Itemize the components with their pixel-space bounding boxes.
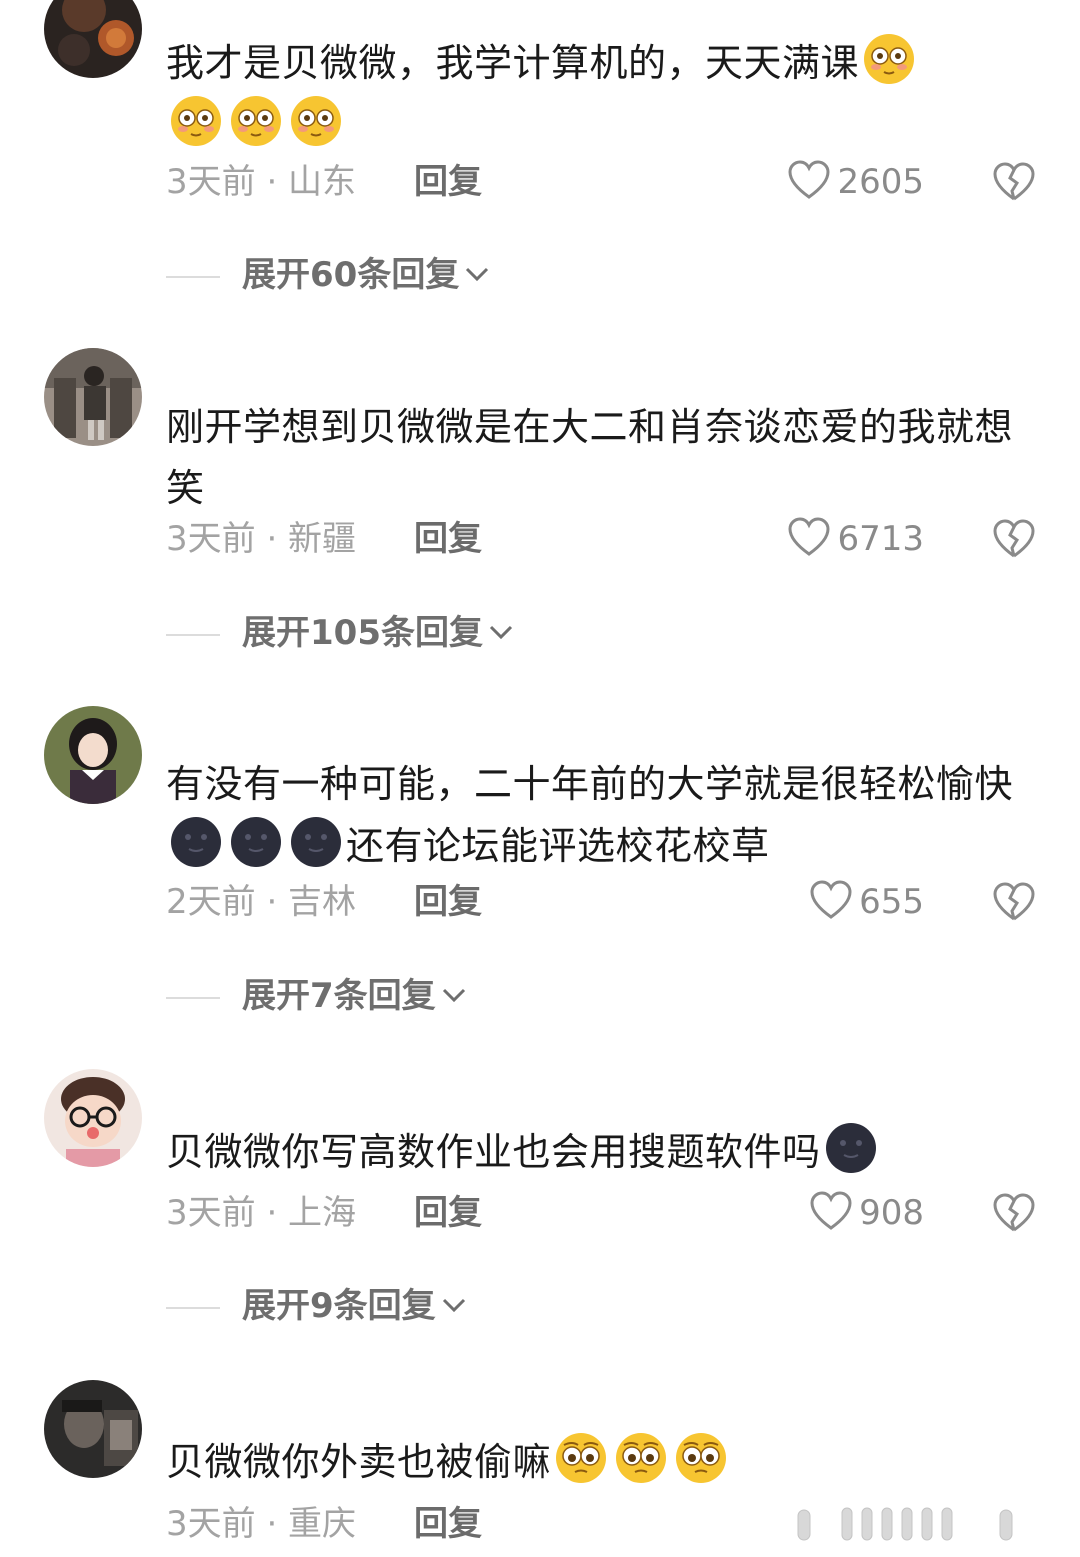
dark-moon-emoji [824, 1121, 878, 1175]
pleading-emoji [554, 1431, 608, 1485]
comment-text: 刚开学想到贝微微是在大二和肖奈谈恋爱的我就想笑 [166, 405, 1014, 510]
comment-meta: 3天前 · 上海 回复 908 [166, 1188, 1036, 1238]
divider [166, 633, 220, 636]
expand-replies-button[interactable]: 展开9条回复 [166, 1281, 468, 1331]
dark-moon-emoji [229, 815, 283, 869]
comment-text: 有没有一种可能，二十年前的大学就是很轻松愉快 还有论坛能评选校花校草 [166, 762, 1014, 869]
chevron-down-icon [489, 625, 513, 640]
reply-button[interactable]: 回复 [414, 514, 482, 564]
avatar[interactable] [44, 1380, 142, 1478]
time-location: 3天前 · 山东 [166, 162, 357, 202]
like-count: 908 [859, 1193, 924, 1233]
comment-text: 贝微微你写高数作业也会用搜题软件吗 [166, 1121, 1026, 1183]
divider [166, 996, 220, 999]
time-location: 2天前 · 吉林 [166, 882, 357, 922]
chevron-down-icon [442, 988, 465, 1003]
broken-heart-icon[interactable] [992, 518, 1036, 560]
broken-heart-icon[interactable] [992, 881, 1036, 923]
time-location: 3天前 · 新疆 [166, 519, 357, 559]
heart-outline-icon [788, 517, 830, 556]
like-button[interactable]: 6713 [787, 514, 924, 564]
heart-outline-icon [810, 880, 852, 919]
flushed-emoji [229, 94, 283, 148]
like-button[interactable]: 2605 [787, 157, 924, 207]
flushed-emoji [289, 94, 343, 148]
reply-button[interactable]: 回复 [414, 877, 482, 927]
avatar[interactable] [44, 1069, 142, 1167]
broken-heart-icon[interactable] [992, 161, 1036, 203]
watermark-logo [797, 1507, 1013, 1541]
dark-moon-emoji [289, 815, 343, 869]
like-count: 2605 [837, 162, 924, 202]
comment-meta: 3天前 · 山东 回复 2605 [166, 157, 1036, 207]
like-count: 6713 [837, 519, 924, 559]
avatar[interactable] [44, 0, 142, 78]
divider [166, 1306, 220, 1309]
flushed-emoji [862, 32, 916, 86]
like-button[interactable]: 908 [809, 1188, 924, 1238]
like-button[interactable]: 655 [809, 877, 924, 927]
avatar[interactable] [44, 706, 142, 804]
reply-button[interactable]: 回复 [414, 157, 482, 207]
time-location: 3天前 · 上海 [166, 1193, 357, 1233]
reply-button[interactable]: 回复 [414, 1499, 482, 1549]
broken-heart-icon[interactable] [992, 1192, 1036, 1234]
comment-meta: 2天前 · 吉林 回复 655 [166, 877, 1036, 927]
divider [166, 275, 220, 278]
expand-replies-button[interactable]: 展开105条回复 [166, 608, 515, 658]
chevron-down-icon [466, 267, 489, 282]
flushed-emoji [169, 94, 223, 148]
comment-meta: 3天前 · 新疆 回复 6713 [166, 514, 1036, 564]
time-location: 3天前 · 重庆 [166, 1504, 357, 1544]
avatar[interactable] [44, 348, 142, 446]
dark-moon-emoji [169, 815, 223, 869]
heart-outline-icon [810, 1191, 852, 1230]
pleading-emoji [614, 1431, 668, 1485]
comment-text: 我才是贝微微，我学计算机的，天天满课 [166, 32, 1026, 156]
pleading-emoji [674, 1431, 728, 1485]
expand-replies-button[interactable]: 展开60条回复 [166, 250, 491, 300]
comment-text: 贝微微你外卖也被偷嘛 [166, 1431, 1026, 1493]
reply-button[interactable]: 回复 [414, 1188, 482, 1238]
heart-outline-icon [788, 160, 830, 199]
like-count: 655 [859, 882, 924, 922]
expand-replies-button[interactable]: 展开7条回复 [166, 971, 468, 1021]
chevron-down-icon [442, 1298, 465, 1313]
